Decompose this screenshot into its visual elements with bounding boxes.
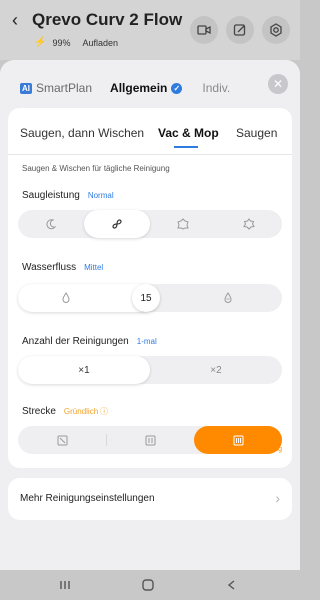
turbo-icon xyxy=(177,218,189,230)
battery-level: 99% xyxy=(52,37,71,48)
tab-vac-mop[interactable]: Vac & Mop xyxy=(158,126,219,140)
route-label: Strecke xyxy=(22,406,56,417)
route-note: Zeitaufwendig xyxy=(238,446,282,453)
active-tab-indicator xyxy=(174,146,198,148)
water-label-row: Wasserfluss Mittel xyxy=(22,262,103,273)
allgemein-label: Allgemein xyxy=(110,81,168,95)
suction-label-row: Saugleistung Normal xyxy=(22,190,114,201)
close-button[interactable]: ✕ xyxy=(268,74,288,94)
video-icon[interactable] xyxy=(190,16,218,44)
suction-normal-option[interactable] xyxy=(84,210,150,238)
water-label: Wasserfluss xyxy=(22,262,77,273)
cleanings-label-row: Anzahl der Reinigungen 1-mal xyxy=(22,336,157,347)
suction-quiet-option[interactable] xyxy=(18,210,84,238)
moon-icon xyxy=(46,219,57,230)
fan-icon xyxy=(112,219,122,229)
recents-button[interactable] xyxy=(55,576,75,594)
suction-selector xyxy=(18,210,282,238)
home-button[interactable] xyxy=(138,576,158,594)
cleanings-twice-option[interactable]: ×2 xyxy=(150,356,282,384)
route-fast-icon xyxy=(57,435,67,445)
tab-vacuum-then-mop[interactable]: Saugen, dann Wischen xyxy=(20,126,144,140)
suction-turbo-option[interactable] xyxy=(150,210,216,238)
home-icon xyxy=(142,579,154,591)
mode-description: Saugen & Wischen für tägliche Reinigung xyxy=(22,164,170,173)
back-icon[interactable]: ‹ xyxy=(12,10,18,31)
route-label-row: Strecke Gründlich ⓘ xyxy=(22,406,108,417)
max-icon xyxy=(243,218,255,230)
route-value: Gründlich xyxy=(63,407,99,416)
tab-allgemein[interactable]: Allgemein ✓ xyxy=(110,81,183,95)
check-icon: ✓ xyxy=(171,82,183,94)
suction-max-option[interactable] xyxy=(216,210,282,238)
smartplan-label: SmartPlan xyxy=(36,81,93,95)
chevron-right-icon: › xyxy=(275,490,280,506)
charging-status: Aufladen xyxy=(82,37,118,48)
route-thorough-icon xyxy=(233,435,243,445)
ai-badge: AI xyxy=(20,82,32,94)
top-tabs: AI SmartPlan Allgemein ✓ Indiv. xyxy=(20,78,280,98)
cleanings-once-option[interactable]: ×1 xyxy=(18,356,150,384)
tab-smartplan[interactable]: AI SmartPlan xyxy=(20,81,92,95)
water-flow-knob[interactable]: 15 xyxy=(132,284,160,312)
more-settings-label: Mehr Reinigungseinstellungen xyxy=(20,493,155,504)
cleanings-label: Anzahl der Reinigungen xyxy=(22,336,129,347)
close-icon: ✕ xyxy=(272,77,284,91)
device-status: ⚡ 99% Aufladen xyxy=(34,37,118,48)
edit-icon[interactable] xyxy=(226,16,254,44)
divider xyxy=(8,154,292,155)
water-value: Mittel xyxy=(84,263,104,272)
device-title: Qrevo Curv 2 Flow xyxy=(32,10,183,29)
more-settings-row[interactable]: Mehr Reinigungseinstellungen › xyxy=(8,478,292,520)
cleanings-selector: ×1 ×2 xyxy=(18,356,282,384)
separator xyxy=(106,434,107,446)
back-button[interactable] xyxy=(222,576,242,594)
suction-value: Normal xyxy=(87,191,114,200)
settings-icon[interactable] xyxy=(262,16,290,44)
tab-indiv[interactable]: Indiv. xyxy=(202,81,230,95)
info-icon[interactable]: ⓘ xyxy=(100,406,108,417)
charging-icon: ⚡ xyxy=(34,37,47,48)
tab-vacuum[interactable]: Saugen xyxy=(236,126,277,140)
cleaning-mode-sheet: AI SmartPlan Allgemein ✓ Indiv. ✕ Saugen… xyxy=(0,60,300,570)
route-standard-icon xyxy=(145,435,155,445)
cleanings-value: 1-mal xyxy=(136,337,157,346)
route-fast-option[interactable] xyxy=(18,426,106,454)
droplet-low-icon xyxy=(62,292,70,303)
system-nav-bar xyxy=(0,570,300,600)
settings-card: Saugen, dann Wischen Vac & Mop Saugen Sa… xyxy=(8,108,292,468)
recents-icon xyxy=(60,581,70,589)
device-header: ‹ Qrevo Curv 2 Flow ⚡ 99% Aufladen xyxy=(0,0,300,60)
mode-tabs: Saugen, dann Wischen Vac & Mop Saugen xyxy=(20,126,286,146)
back-nav-icon xyxy=(227,580,235,590)
water-flow-slider[interactable]: 15 xyxy=(18,284,282,312)
droplet-high-icon xyxy=(224,292,232,303)
route-standard-option[interactable] xyxy=(106,426,194,454)
suction-label: Saugleistung xyxy=(22,190,80,201)
